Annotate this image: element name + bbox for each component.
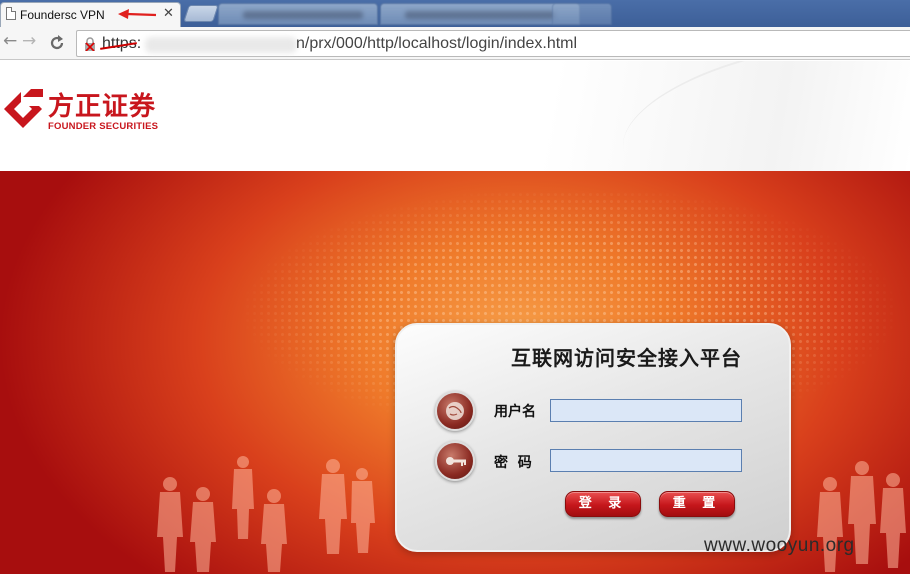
- red-arrow-annotation: [118, 9, 157, 19]
- username-input[interactable]: [550, 399, 742, 422]
- tab-blurred-2[interactable]: [380, 3, 580, 25]
- tab-blurred-1[interactable]: [218, 3, 378, 25]
- tab-close-icon[interactable]: ✕: [163, 6, 174, 21]
- browser-toolbar: ← → https: n/prx/000/http/localhost/logi…: [0, 27, 910, 60]
- wooyun-watermark: www.wooyun.org: [704, 535, 855, 556]
- login-button[interactable]: 登 录: [565, 491, 641, 517]
- panel-title: 互联网访问安全接入平台: [511, 346, 742, 370]
- back-arrow-icon[interactable]: ←: [3, 31, 17, 51]
- page-icon: [6, 7, 16, 20]
- logo-english-name: FOUNDER SECURITIES: [48, 121, 159, 132]
- key-icon: [435, 441, 475, 481]
- browser-tab-strip: Foundersc VPN ✕: [0, 0, 910, 27]
- forward-arrow-icon[interactable]: →: [22, 31, 36, 51]
- login-panel: 互联网访问安全接入平台 用户名 密 码 登 录 重 置: [395, 323, 791, 552]
- new-tab-button[interactable]: [183, 5, 219, 22]
- reset-button[interactable]: 重 置: [659, 491, 735, 517]
- founder-logo-icon: [4, 89, 44, 128]
- reload-icon[interactable]: [48, 34, 66, 52]
- username-label: 用户名: [494, 404, 536, 420]
- url-scheme: https:: [102, 35, 142, 52]
- url-host-redacted: [145, 37, 297, 53]
- tab-title: Foundersc VPN: [20, 8, 105, 22]
- page-content: 方正证券 FOUNDER SECURITIES 互联网访问安全接入平台 用户名 …: [0, 61, 910, 574]
- broken-lock-icon: [85, 37, 95, 51]
- password-label: 密 码: [494, 455, 532, 471]
- logo-chinese-name: 方正证券: [48, 92, 157, 122]
- address-bar[interactable]: https: n/prx/000/http/localhost/login/in…: [76, 30, 910, 57]
- url-path: n/prx/000/http/localhost/login/index.htm…: [296, 35, 578, 52]
- password-input[interactable]: [550, 449, 742, 472]
- site-header: 方正证券 FOUNDER SECURITIES: [0, 61, 910, 214]
- user-globe-icon: [435, 391, 475, 431]
- tab-blurred-3[interactable]: [552, 3, 612, 25]
